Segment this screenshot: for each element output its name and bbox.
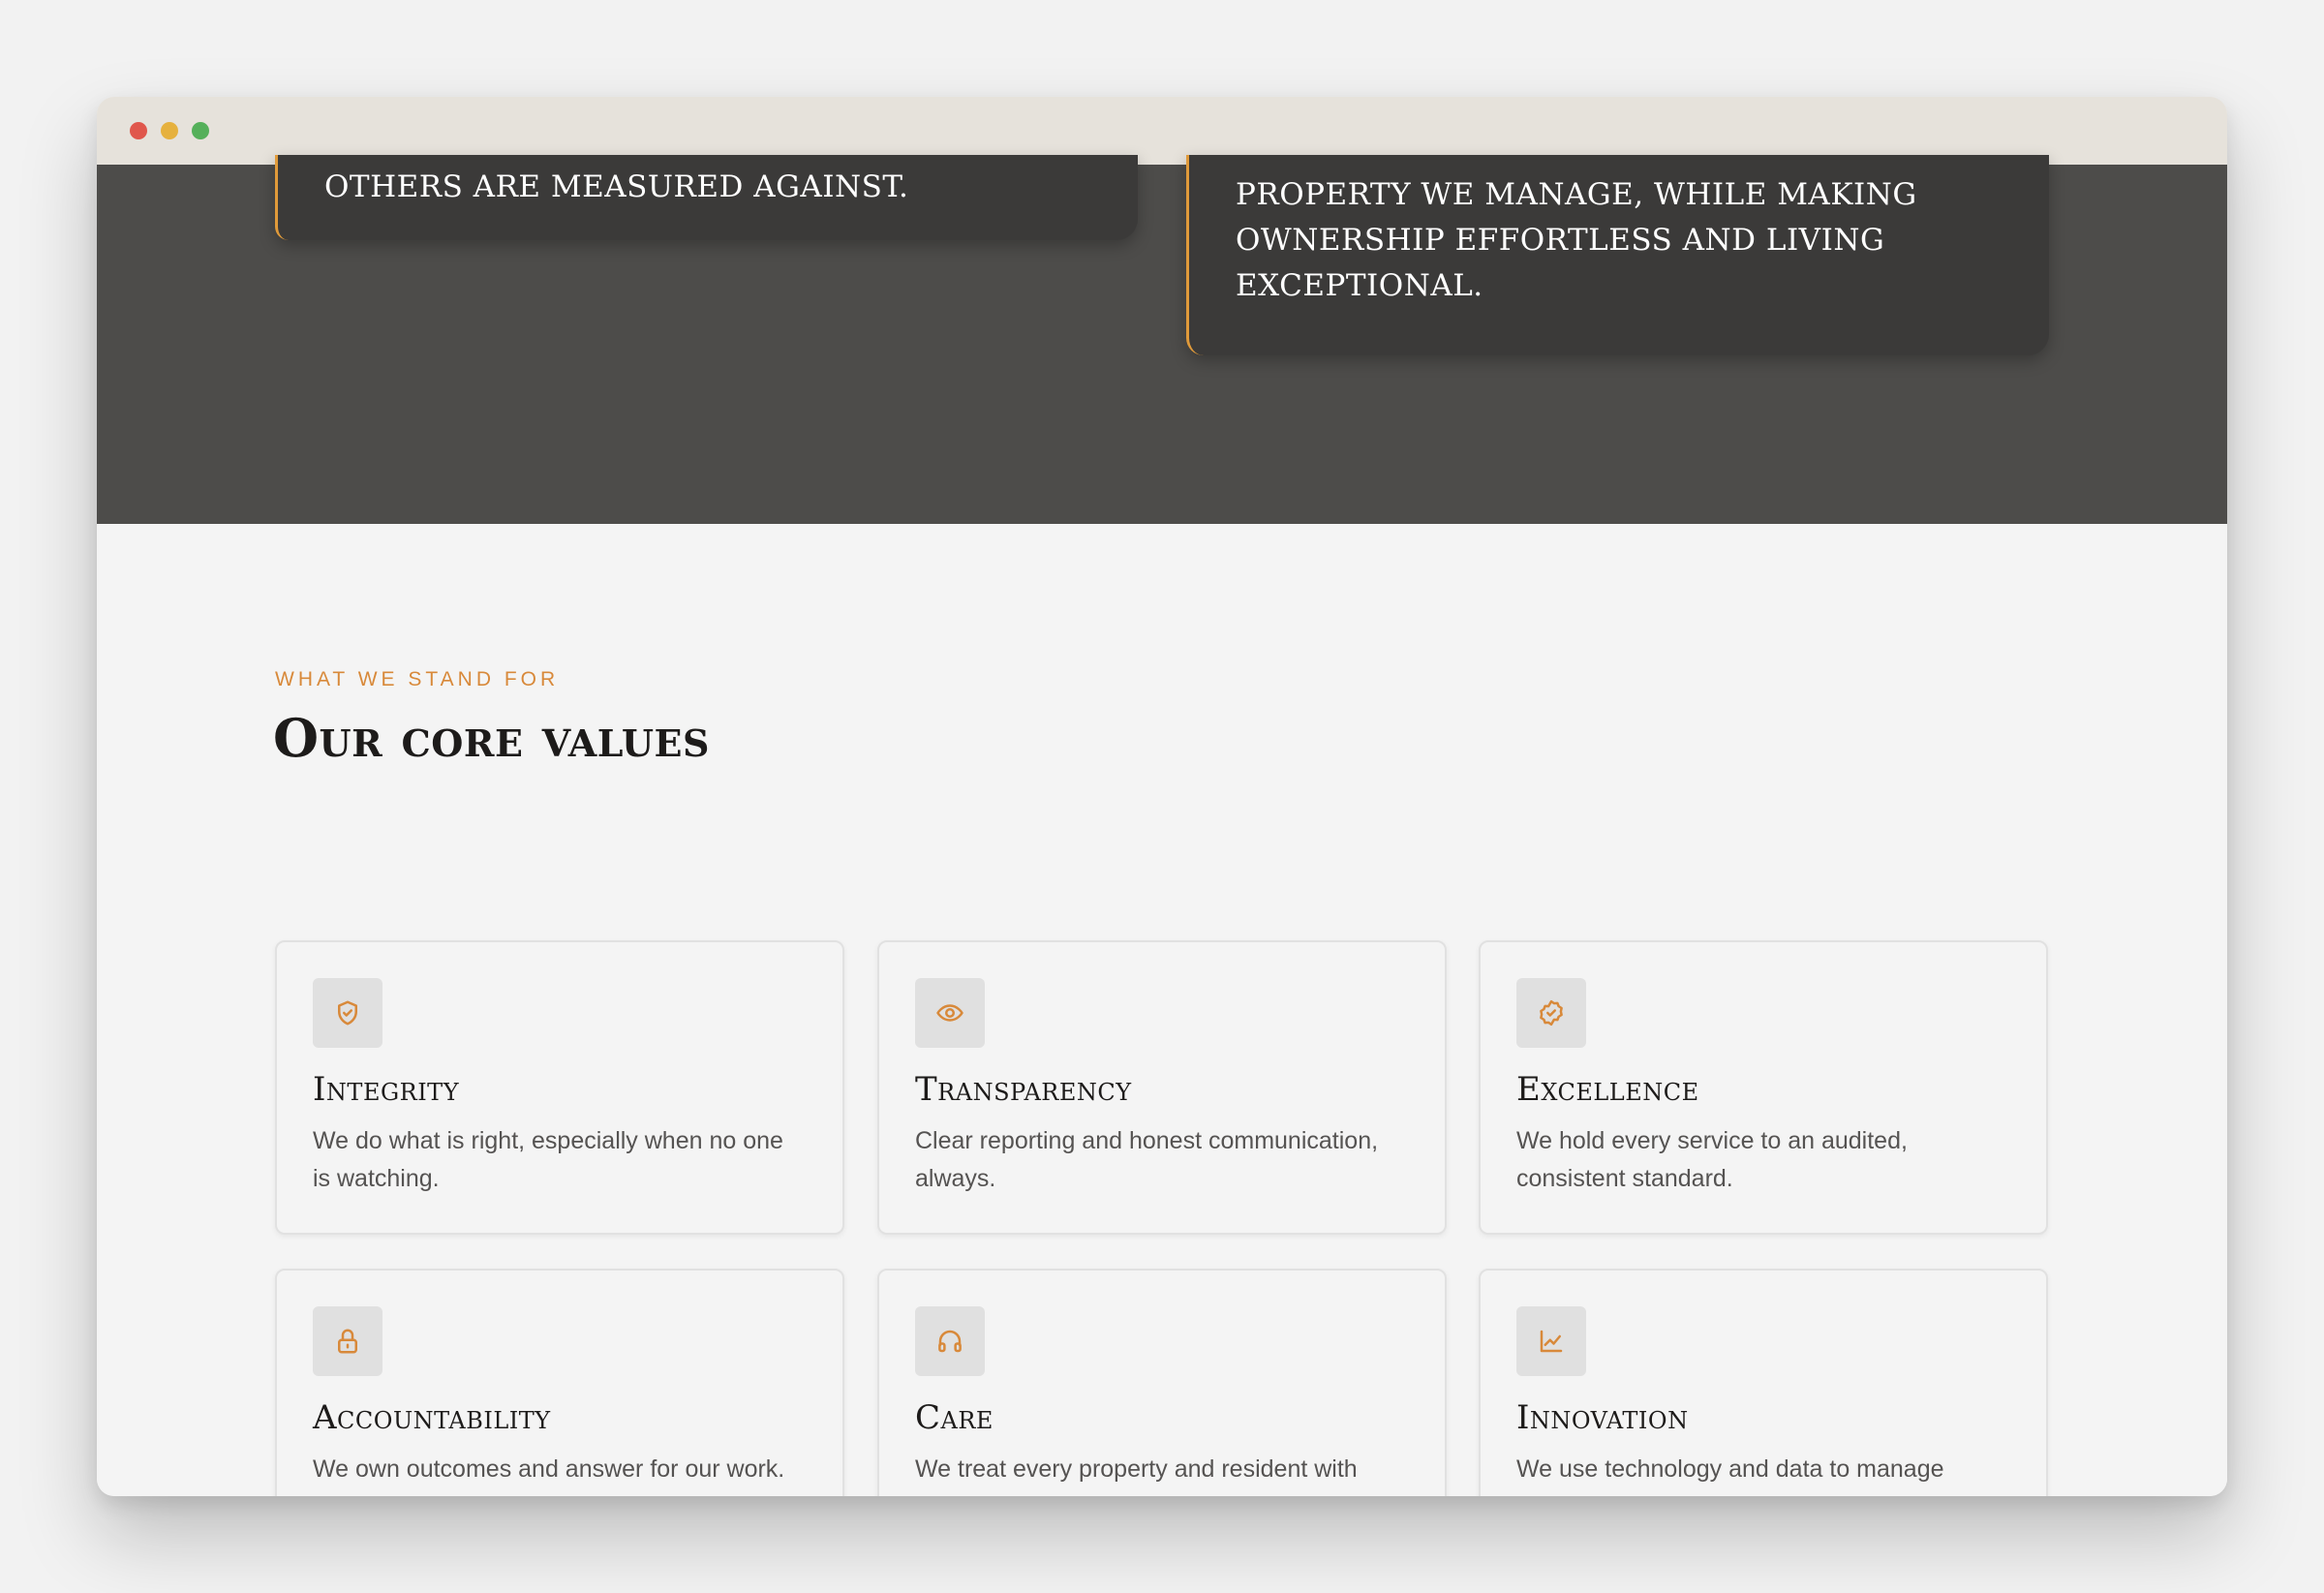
- value-title: Integrity: [313, 1070, 460, 1109]
- lock-icon: [313, 1306, 382, 1376]
- value-card-care: Care We treat every property and residen…: [877, 1269, 1447, 1496]
- value-description: We do what is right, especially when no …: [313, 1127, 783, 1192]
- value-title: Accountability: [313, 1398, 551, 1437]
- mission-vision-section: Others are measured against. property we…: [97, 155, 2227, 524]
- vision-quote: property we manage, while making ownersh…: [1236, 177, 1917, 303]
- section-eyebrow: What we stand for: [275, 668, 560, 690]
- core-values-section: What we stand for Our core values Integr…: [97, 524, 2227, 1496]
- value-description: We use technology and data to manage sma…: [1516, 1455, 1944, 1496]
- value-card-accountability: Accountability We own outcomes and answe…: [275, 1269, 844, 1496]
- minimize-window-button[interactable]: [161, 122, 178, 139]
- value-description: We treat every property and resident wit…: [915, 1455, 1358, 1496]
- value-title: Innovation: [1516, 1398, 1689, 1437]
- headphones-icon: [915, 1306, 985, 1376]
- line-chart-icon: [1516, 1306, 1586, 1376]
- value-title: Care: [915, 1398, 994, 1437]
- browser-window: Others are measured against. property we…: [97, 97, 2227, 1496]
- mission-card: Others are measured against.: [275, 155, 1138, 240]
- value-description: Clear reporting and honest communication…: [915, 1127, 1379, 1192]
- badge-check-icon: [1516, 978, 1586, 1048]
- value-description: We hold every service to an audited, con…: [1516, 1127, 1908, 1192]
- value-card-transparency: Transparency Clear reporting and honest …: [877, 940, 1447, 1235]
- value-description: We own outcomes and answer for our work.: [313, 1455, 785, 1483]
- value-title: Transparency: [915, 1070, 1132, 1109]
- value-card-integrity: Integrity We do what is right, especiall…: [275, 940, 844, 1235]
- mission-quote: Others are measured against.: [324, 169, 909, 204]
- shield-check-icon: [313, 978, 382, 1048]
- value-card-excellence: Excellence We hold every service to an a…: [1479, 940, 2048, 1235]
- eye-icon: [915, 978, 985, 1048]
- section-heading: Our core values: [273, 707, 710, 769]
- value-card-innovation: Innovation We use technology and data to…: [1479, 1269, 2048, 1496]
- maximize-window-button[interactable]: [192, 122, 209, 139]
- vision-card: property we manage, while making ownersh…: [1186, 155, 2049, 355]
- value-title: Excellence: [1516, 1070, 1699, 1109]
- close-window-button[interactable]: [130, 122, 147, 139]
